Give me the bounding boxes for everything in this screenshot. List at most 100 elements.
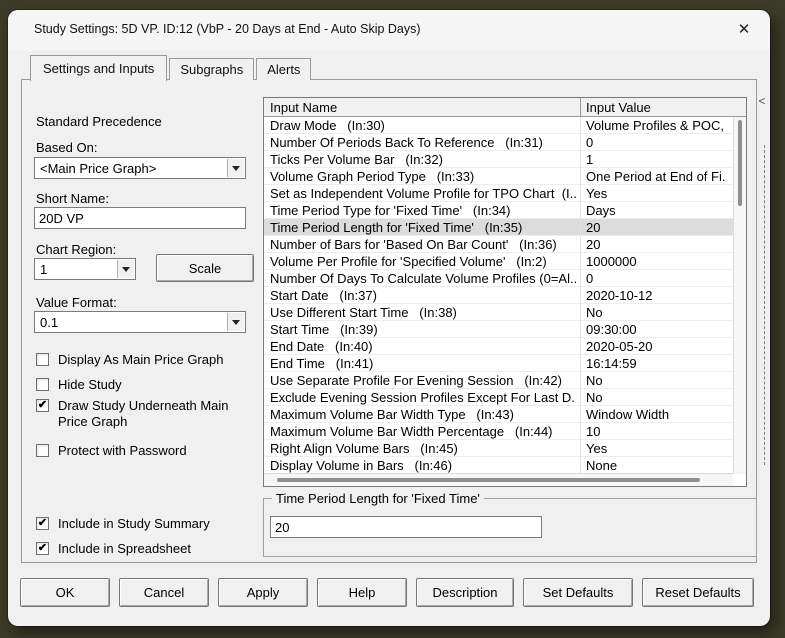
checkbox-hide-study[interactable]: Hide Study (36, 377, 122, 393)
cancel-button[interactable]: Cancel (119, 578, 209, 607)
set-defaults-button[interactable]: Set Defaults (523, 578, 633, 607)
cell-divider (580, 372, 581, 389)
table-row[interactable]: Number Of Days To Calculate Volume Profi… (264, 270, 733, 287)
scale-button[interactable]: Scale (156, 254, 254, 282)
value-format-select[interactable]: 0.1 (34, 311, 246, 333)
cell-divider (580, 253, 581, 270)
input-name-cell: Right Align Volume Bars (In:45) (270, 441, 458, 456)
checkbox-label: Hide Study (58, 377, 122, 392)
collapse-panel-icon[interactable]: < (756, 93, 768, 109)
tab-settings-and-inputs[interactable]: Settings and Inputs (30, 55, 168, 81)
apply-button[interactable]: Apply (218, 578, 308, 607)
checkbox-label: Include in Study Summary (58, 516, 210, 531)
table-row[interactable]: Use Different Start Time (In:38) No (264, 304, 733, 321)
table-row[interactable]: Volume Graph Period Type (In:33) One Peri… (264, 168, 733, 185)
inputs-table: Input Name Input Value Draw Mode (In:30)… (263, 97, 747, 487)
table-row[interactable]: Number Of Periods Back To Reference (In:… (264, 134, 733, 151)
reset-defaults-button[interactable]: Reset Defaults (642, 578, 754, 607)
table-row[interactable]: Exclude Evening Session Profiles Except … (264, 389, 733, 406)
input-name-cell: Draw Mode (In:30) (270, 118, 385, 133)
input-value-cell: 16:14:59 (586, 356, 637, 371)
checkbox-label: Include in Spreadsheet (58, 541, 191, 556)
ok-button[interactable]: OK (20, 578, 110, 607)
table-row[interactable]: Time Period Type for 'Fixed Time' (In:34… (264, 202, 733, 219)
checkbox-display-as-main-price-graph[interactable]: Display As Main Price Graph (36, 352, 223, 368)
input-name-cell: Volume Per Profile for 'Specified Volume… (270, 254, 547, 269)
cell-divider (580, 321, 581, 338)
cell-divider (580, 440, 581, 457)
cell-divider (580, 338, 581, 355)
checkbox-include-in-study-summary[interactable]: Include in Study Summary (36, 516, 210, 532)
cell-divider (580, 168, 581, 185)
checkbox-include-in-spreadsheet[interactable]: Include in Spreadsheet (36, 541, 191, 557)
standard-precedence-label: Standard Precedence (36, 114, 162, 129)
input-value-cell: Volume Profiles & POC, (586, 118, 724, 133)
table-row[interactable]: Set as Independent Volume Profile for TP… (264, 185, 733, 202)
window-title: Study Settings: 5D VP. ID:12 (VbP - 20 D… (34, 22, 421, 36)
checked-checkbox-icon[interactable] (36, 542, 49, 555)
dialog-button-row: OK Cancel Apply Help Description Set Defaults… (20, 578, 754, 607)
input-name-cell: Volume Graph Period Type (In:33) (270, 169, 475, 184)
table-row[interactable]: Start Time (In:39) 09:30:00 (264, 321, 733, 338)
description-button[interactable]: Description (416, 578, 514, 607)
table-row[interactable]: Ticks Per Volume Bar (In:32) 1 (264, 151, 733, 168)
table-row[interactable]: Draw Mode (In:30) Volume Profiles & POC, (264, 117, 733, 134)
table-row[interactable]: Volume Per Profile for 'Specified Volume… (264, 253, 733, 270)
value-format-value: 0.1 (40, 315, 59, 330)
tab-alerts[interactable]: Alerts (256, 58, 312, 80)
chart-region-select[interactable]: 1 (34, 258, 136, 280)
table-row[interactable]: Start Date (In:37) 2020-10-12 (264, 287, 733, 304)
table-vertical-scrollbar[interactable] (733, 117, 746, 474)
checkbox-draw-study-underneath-main-price-graph[interactable]: Draw Study Underneath Main Price Graph (36, 398, 254, 430)
table-row[interactable]: Maximum Volume Bar Width Type (In:43) Win… (264, 406, 733, 423)
chevron-down-icon[interactable] (227, 159, 244, 177)
column-divider[interactable] (580, 98, 581, 116)
input-value-cell: One Period at End of Fi. (586, 169, 726, 184)
checked-checkbox-icon[interactable] (36, 399, 49, 412)
chevron-down-icon[interactable] (227, 313, 244, 331)
unchecked-checkbox-icon[interactable] (36, 378, 49, 391)
input-value-cell: Yes (586, 186, 608, 201)
based-on-select[interactable]: <Main Price Graph> (34, 157, 246, 179)
input-value-cell: 2020-10-12 (586, 288, 653, 303)
unchecked-checkbox-icon[interactable] (36, 444, 49, 457)
input-value-cell: 1 (586, 152, 594, 167)
table-row[interactable]: End Time (In:41) 16:14:59 (264, 355, 733, 372)
input-name-cell: Set as Independent Volume Profile for TP… (270, 186, 576, 201)
table-row[interactable]: Right Align Volume Bars (In:45) Yes (264, 440, 733, 457)
help-button[interactable]: Help (317, 578, 407, 607)
selected-input-label: Time Period Length for 'Fixed Time' (272, 491, 484, 506)
unchecked-checkbox-icon[interactable] (36, 353, 49, 366)
close-icon[interactable]: ✕ (734, 20, 754, 40)
table-horizontal-scrollbar[interactable] (264, 473, 733, 486)
panel-splitter[interactable] (764, 145, 765, 465)
input-value-cell: 10 (586, 424, 601, 439)
table-row[interactable]: Number of Bars for 'Based On Bar Count' … (264, 236, 733, 253)
table-row[interactable]: Maximum Volume Bar Width Percentage (In:… (264, 423, 733, 440)
table-row[interactable]: Time Period Length for 'Fixed Time' (In:… (264, 219, 733, 236)
chevron-down-icon[interactable] (117, 260, 134, 278)
checkbox-protect-with-password[interactable]: Protect with Password (36, 443, 187, 459)
input-value-cell: Days (586, 203, 616, 218)
cell-divider (580, 134, 581, 151)
short-name-input[interactable] (34, 207, 246, 229)
inputs-table-header: Input Name Input Value (264, 98, 746, 117)
input-value-cell: None (586, 458, 618, 473)
cell-divider (580, 423, 581, 440)
table-row[interactable]: Use Separate Profile For Evening Session… (264, 372, 733, 389)
value-format-label: Value Format: (36, 295, 117, 310)
selected-input-value-field[interactable] (270, 516, 542, 538)
checked-checkbox-icon[interactable] (36, 517, 49, 530)
input-value-cell: 0 (586, 271, 594, 286)
table-row[interactable]: Display Volume in Bars (In:46) None (264, 457, 733, 474)
input-value-cell: 1000000 (586, 254, 637, 269)
column-input-name[interactable]: Input Name (270, 100, 337, 115)
vertical-scroll-thumb[interactable] (738, 120, 742, 206)
tab-subgraphs[interactable]: Subgraphs (169, 58, 255, 80)
column-input-value[interactable]: Input Value (586, 100, 651, 115)
table-row[interactable]: End Date (In:40) 2020-05-20 (264, 338, 733, 355)
cell-divider (580, 304, 581, 321)
horizontal-scroll-thumb[interactable] (277, 478, 700, 482)
cell-divider (580, 287, 581, 304)
tab-bar: Settings and Inputs Subgraphs Alerts (30, 54, 313, 81)
